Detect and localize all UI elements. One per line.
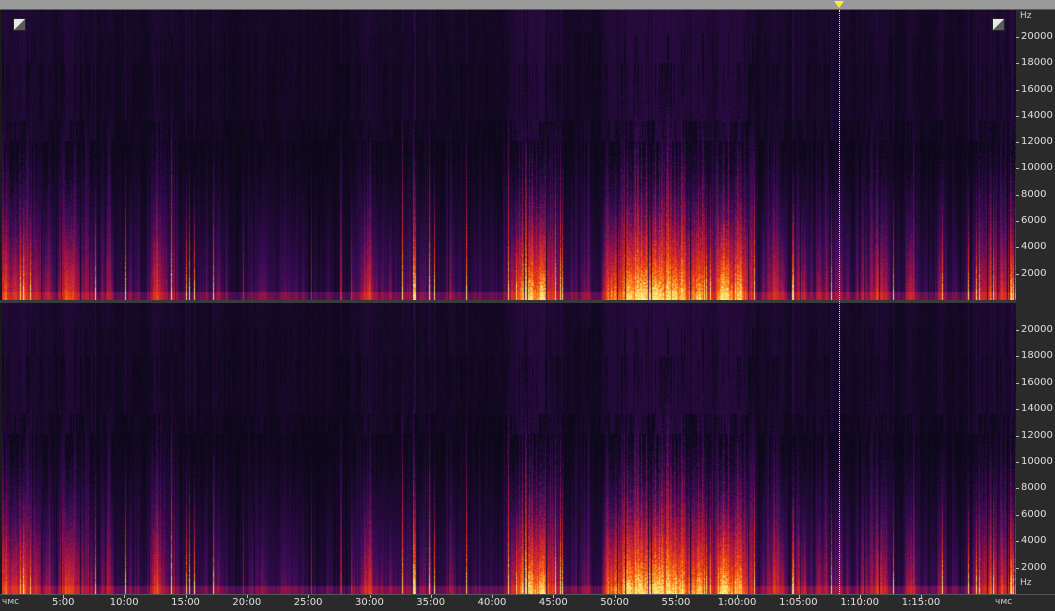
time-tick-label: 1:00:00 xyxy=(717,597,757,608)
freq-tick xyxy=(1016,194,1019,196)
freq-unit-label-top: Hz xyxy=(1020,11,1032,21)
freq-tick-label: 10000 xyxy=(1021,162,1053,174)
time-tick-label: 1:05:00 xyxy=(779,597,818,608)
spectrogram-channel-top[interactable] xyxy=(2,10,1016,300)
time-tick-label: 40:00 xyxy=(477,597,507,608)
frequency-ruler[interactable]: Hz Hz 20000 18000 16000 14000 12000 10000 8000… xyxy=(1016,10,1055,594)
time-ruler[interactable]: чмс чмс 5:00 10:00 15:00 20:00 25:00 30:00 35:… xyxy=(0,594,1055,611)
freq-tick-label: 12000 xyxy=(1021,136,1053,148)
freq-unit-label-bottom: Hz xyxy=(1020,578,1032,588)
freq-tick xyxy=(1016,435,1019,437)
time-tick-label: 30:00 xyxy=(355,597,384,608)
time-tick-label: 15:00 xyxy=(171,597,200,608)
playhead-line[interactable] xyxy=(839,10,840,594)
zoom-corner-left-icon[interactable] xyxy=(13,18,26,31)
freq-tick xyxy=(1016,89,1019,91)
spectrogram-channel-bottom[interactable] xyxy=(2,303,1016,594)
freq-tick xyxy=(1016,567,1019,569)
freq-tick-label: 18000 xyxy=(1021,57,1053,69)
time-tick-label: 55:00 xyxy=(661,597,691,608)
timeline-top-bar[interactable] xyxy=(0,0,1055,10)
freq-tick-label: 2000 xyxy=(1021,267,1047,279)
time-tick-label: 1:10:00 xyxy=(840,597,879,608)
freq-tick-label: 8000 xyxy=(1021,188,1047,200)
freq-tick xyxy=(1016,409,1019,411)
zoom-corner-right-icon[interactable] xyxy=(992,18,1005,31)
freq-tick-label: 4000 xyxy=(1021,535,1047,547)
spectrogram-top-canvas xyxy=(2,10,1016,300)
freq-tick xyxy=(1016,514,1019,516)
freq-tick-label: 16000 xyxy=(1021,83,1053,95)
freq-tick-label: 20000 xyxy=(1021,30,1053,42)
freq-tick-label: 14000 xyxy=(1021,403,1053,415)
freq-tick xyxy=(1016,356,1019,358)
playhead-marker-icon[interactable] xyxy=(834,1,844,8)
time-tick-label: 50:00 xyxy=(600,597,630,608)
freq-tick xyxy=(1016,541,1019,543)
freq-tick xyxy=(1016,221,1019,223)
time-unit-label-left: чмс xyxy=(2,597,20,607)
time-tick-label: 25:00 xyxy=(293,597,323,608)
freq-tick xyxy=(1016,142,1019,144)
freq-tick-label: 4000 xyxy=(1021,241,1047,253)
freq-tick xyxy=(1016,168,1019,170)
freq-tick xyxy=(1016,382,1019,384)
freq-tick xyxy=(1016,247,1019,249)
freq-tick-label: 10000 xyxy=(1021,456,1053,468)
freq-tick xyxy=(1016,115,1019,117)
freq-tick-label: 12000 xyxy=(1021,429,1053,441)
time-tick-label: 10:00 xyxy=(109,597,139,608)
time-unit-label-right: чмс xyxy=(995,597,1013,607)
freq-tick-label: 6000 xyxy=(1021,508,1047,520)
spectrogram-bottom-canvas xyxy=(2,303,1016,594)
freq-tick xyxy=(1016,36,1019,38)
time-tick-label: 35:00 xyxy=(416,597,446,608)
freq-tick-label: 6000 xyxy=(1021,215,1047,227)
freq-tick xyxy=(1016,63,1019,65)
freq-tick-label: 8000 xyxy=(1021,482,1047,494)
freq-tick xyxy=(1016,462,1019,464)
time-tick-label: 20:00 xyxy=(232,597,262,608)
freq-tick-label: 16000 xyxy=(1021,376,1053,388)
time-tick-label: 5:00 xyxy=(52,597,75,608)
freq-tick xyxy=(1016,273,1019,275)
freq-tick xyxy=(1016,330,1019,332)
time-tick-label: 45:00 xyxy=(538,597,568,608)
freq-tick-label: 2000 xyxy=(1021,561,1047,573)
freq-tick-label: 20000 xyxy=(1021,324,1053,336)
freq-tick xyxy=(1016,488,1019,490)
freq-tick-label: 18000 xyxy=(1021,350,1053,362)
time-tick-label: 1:15:00 xyxy=(901,597,941,608)
freq-tick-label: 14000 xyxy=(1021,109,1053,121)
